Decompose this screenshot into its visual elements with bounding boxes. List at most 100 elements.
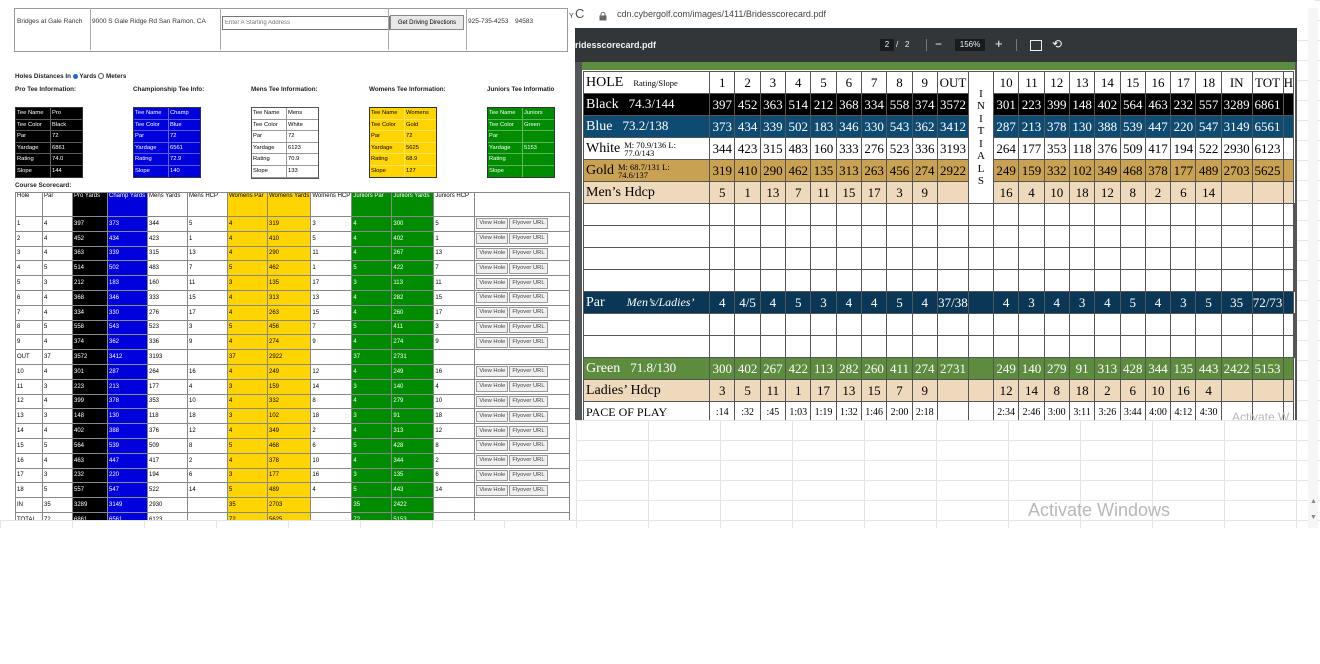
- table-cell: 4: [227, 289, 268, 306]
- flyover-url-button[interactable]: Flyover URL: [509, 247, 548, 259]
- scorecard-cell: 489: [1195, 159, 1222, 182]
- course-scorecard-table: Hole Par Pro Yards Champ Yards Mens Yards Men…: [15, 192, 571, 520]
- flyover-url-button[interactable]: Flyover URL: [509, 410, 548, 422]
- view-hole-button[interactable]: View Hole: [476, 233, 509, 245]
- page-number-input[interactable]: 2: [880, 39, 894, 51]
- flyover-url-button[interactable]: Flyover URL: [509, 484, 548, 496]
- hole-actions-cell: [474, 497, 571, 513]
- blank-cell: [1144, 203, 1172, 226]
- flyover-url-button[interactable]: Flyover URL: [509, 440, 548, 452]
- scorecard-cell: 35: [1220, 291, 1253, 314]
- table-cell: 35: [227, 497, 268, 513]
- blank-cell: [936, 335, 969, 358]
- tee-name: Green: [586, 361, 621, 376]
- flyover-url-button[interactable]: Flyover URL: [509, 321, 548, 333]
- table-cell: 557: [72, 482, 108, 499]
- flyover-url-button[interactable]: Flyover URL: [509, 395, 548, 407]
- scorecard-cell: 1: [734, 181, 761, 204]
- lock-icon[interactable]: [599, 8, 607, 21]
- table-cell: 276: [147, 304, 188, 321]
- table-cell: 9: [310, 334, 353, 351]
- view-hole-button[interactable]: View Hole: [476, 425, 509, 437]
- divider: [220, 8, 221, 50]
- starting-address-input[interactable]: [222, 16, 390, 30]
- tee-info-row: Rating 70.9: [252, 154, 318, 166]
- fit-page-icon[interactable]: [1030, 40, 1042, 51]
- blank-cell: [992, 313, 1020, 336]
- blank-cell: [810, 225, 837, 248]
- view-hole-button[interactable]: View Hole: [476, 455, 509, 467]
- flyover-url-button[interactable]: Flyover URL: [509, 218, 548, 230]
- table-cell: 489: [266, 482, 312, 499]
- get-directions-button[interactable]: Get Driving Directions: [390, 15, 464, 30]
- blank-cell: [886, 313, 913, 336]
- table-cell: 282: [391, 289, 435, 306]
- flyover-url-button[interactable]: Flyover URL: [509, 366, 548, 378]
- scorecard-cell: 177: [1018, 137, 1045, 160]
- flyover-url-button[interactable]: Flyover URL: [509, 469, 548, 481]
- flyover-url-button[interactable]: Flyover URL: [509, 262, 548, 274]
- view-hole-button[interactable]: View Hole: [476, 247, 509, 259]
- view-hole-button[interactable]: View Hole: [476, 381, 509, 393]
- hole-actions-cell: View Hole Flyover URL: [474, 230, 571, 247]
- table-cell: 543: [107, 319, 148, 336]
- blank-cell: [1043, 225, 1070, 248]
- tee-info-key: Par: [252, 131, 287, 142]
- flyover-url-button[interactable]: Flyover URL: [509, 307, 548, 319]
- flyover-url-button[interactable]: Flyover URL: [509, 233, 548, 245]
- view-hole-button[interactable]: View Hole: [476, 277, 509, 289]
- flyover-url-button[interactable]: Flyover URL: [509, 381, 548, 393]
- table-cell: 8: [187, 437, 228, 454]
- blank-cell: [1282, 181, 1295, 204]
- rotate-icon[interactable]: ⟲: [1052, 37, 1062, 51]
- stray-letter: Y: [569, 13, 574, 20]
- scroll-down-icon[interactable]: ▼: [1310, 514, 1317, 521]
- view-hole-button[interactable]: View Hole: [476, 395, 509, 407]
- refresh-icon[interactable]: C: [575, 6, 584, 21]
- view-hole-button[interactable]: View Hole: [476, 218, 509, 230]
- table-cell: 14: [433, 482, 476, 499]
- zoom-out-icon[interactable]: −: [935, 37, 942, 51]
- distance-toggle: Holes Distances In Yards Meters: [15, 73, 126, 80]
- zoom-in-icon[interactable]: +: [995, 36, 1003, 51]
- table-cell: 397: [72, 216, 108, 232]
- view-hole-button[interactable]: View Hole: [476, 307, 509, 319]
- flyover-url-button[interactable]: Flyover URL: [509, 425, 548, 437]
- yards-radio[interactable]: [72, 73, 78, 79]
- table-cell: 10: [15, 363, 43, 380]
- view-hole-button[interactable]: View Hole: [476, 262, 509, 274]
- scorecard-cell: 3: [709, 379, 736, 402]
- scorecard-cell: 4: [861, 291, 888, 314]
- blank-cell: [1068, 269, 1096, 292]
- view-hole-button[interactable]: View Hole: [476, 321, 509, 333]
- table-row: 7 4 334 330 276 17 4 263 15 4 260 17 View Hole Flyove…: [15, 304, 571, 321]
- hole-actions-cell: View Hole Flyover URL: [474, 334, 571, 351]
- scrollbar-track[interactable]: [1308, 8, 1318, 528]
- blank-cell: [1094, 269, 1121, 292]
- table-cell: 373: [107, 216, 148, 232]
- meters-radio[interactable]: [98, 73, 105, 80]
- view-hole-button[interactable]: View Hole: [476, 440, 509, 452]
- view-hole-button[interactable]: View Hole: [476, 469, 509, 481]
- url-text[interactable]: cdn.cybergolf.com/images/1411/Bridesscor…: [617, 9, 826, 19]
- table-cell: 5: [351, 319, 393, 336]
- scroll-up-icon[interactable]: ▲: [1310, 498, 1317, 505]
- hole-actions-cell: [474, 349, 571, 365]
- blank-cell: [582, 335, 711, 358]
- flyover-url-button[interactable]: Flyover URL: [509, 277, 548, 289]
- tee-info-key: Par: [16, 131, 51, 142]
- view-hole-button[interactable]: View Hole: [476, 410, 509, 422]
- view-hole-button[interactable]: View Hole: [476, 366, 509, 378]
- table-cell: 428: [391, 437, 435, 454]
- scorecard-cell: 399: [1043, 93, 1070, 116]
- view-hole-button[interactable]: View Hole: [476, 292, 509, 304]
- view-hole-button[interactable]: View Hole: [476, 336, 509, 348]
- flyover-url-button[interactable]: Flyover URL: [509, 455, 548, 467]
- blank-cell: [1170, 335, 1197, 358]
- view-hole-button[interactable]: View Hole: [476, 484, 509, 496]
- flyover-url-button[interactable]: Flyover URL: [509, 292, 548, 304]
- table-cell: 564: [72, 437, 108, 454]
- zoom-level[interactable]: 156%: [955, 39, 985, 51]
- flyover-url-button[interactable]: Flyover URL: [509, 336, 548, 348]
- tee-info-row: Par 72: [252, 131, 318, 143]
